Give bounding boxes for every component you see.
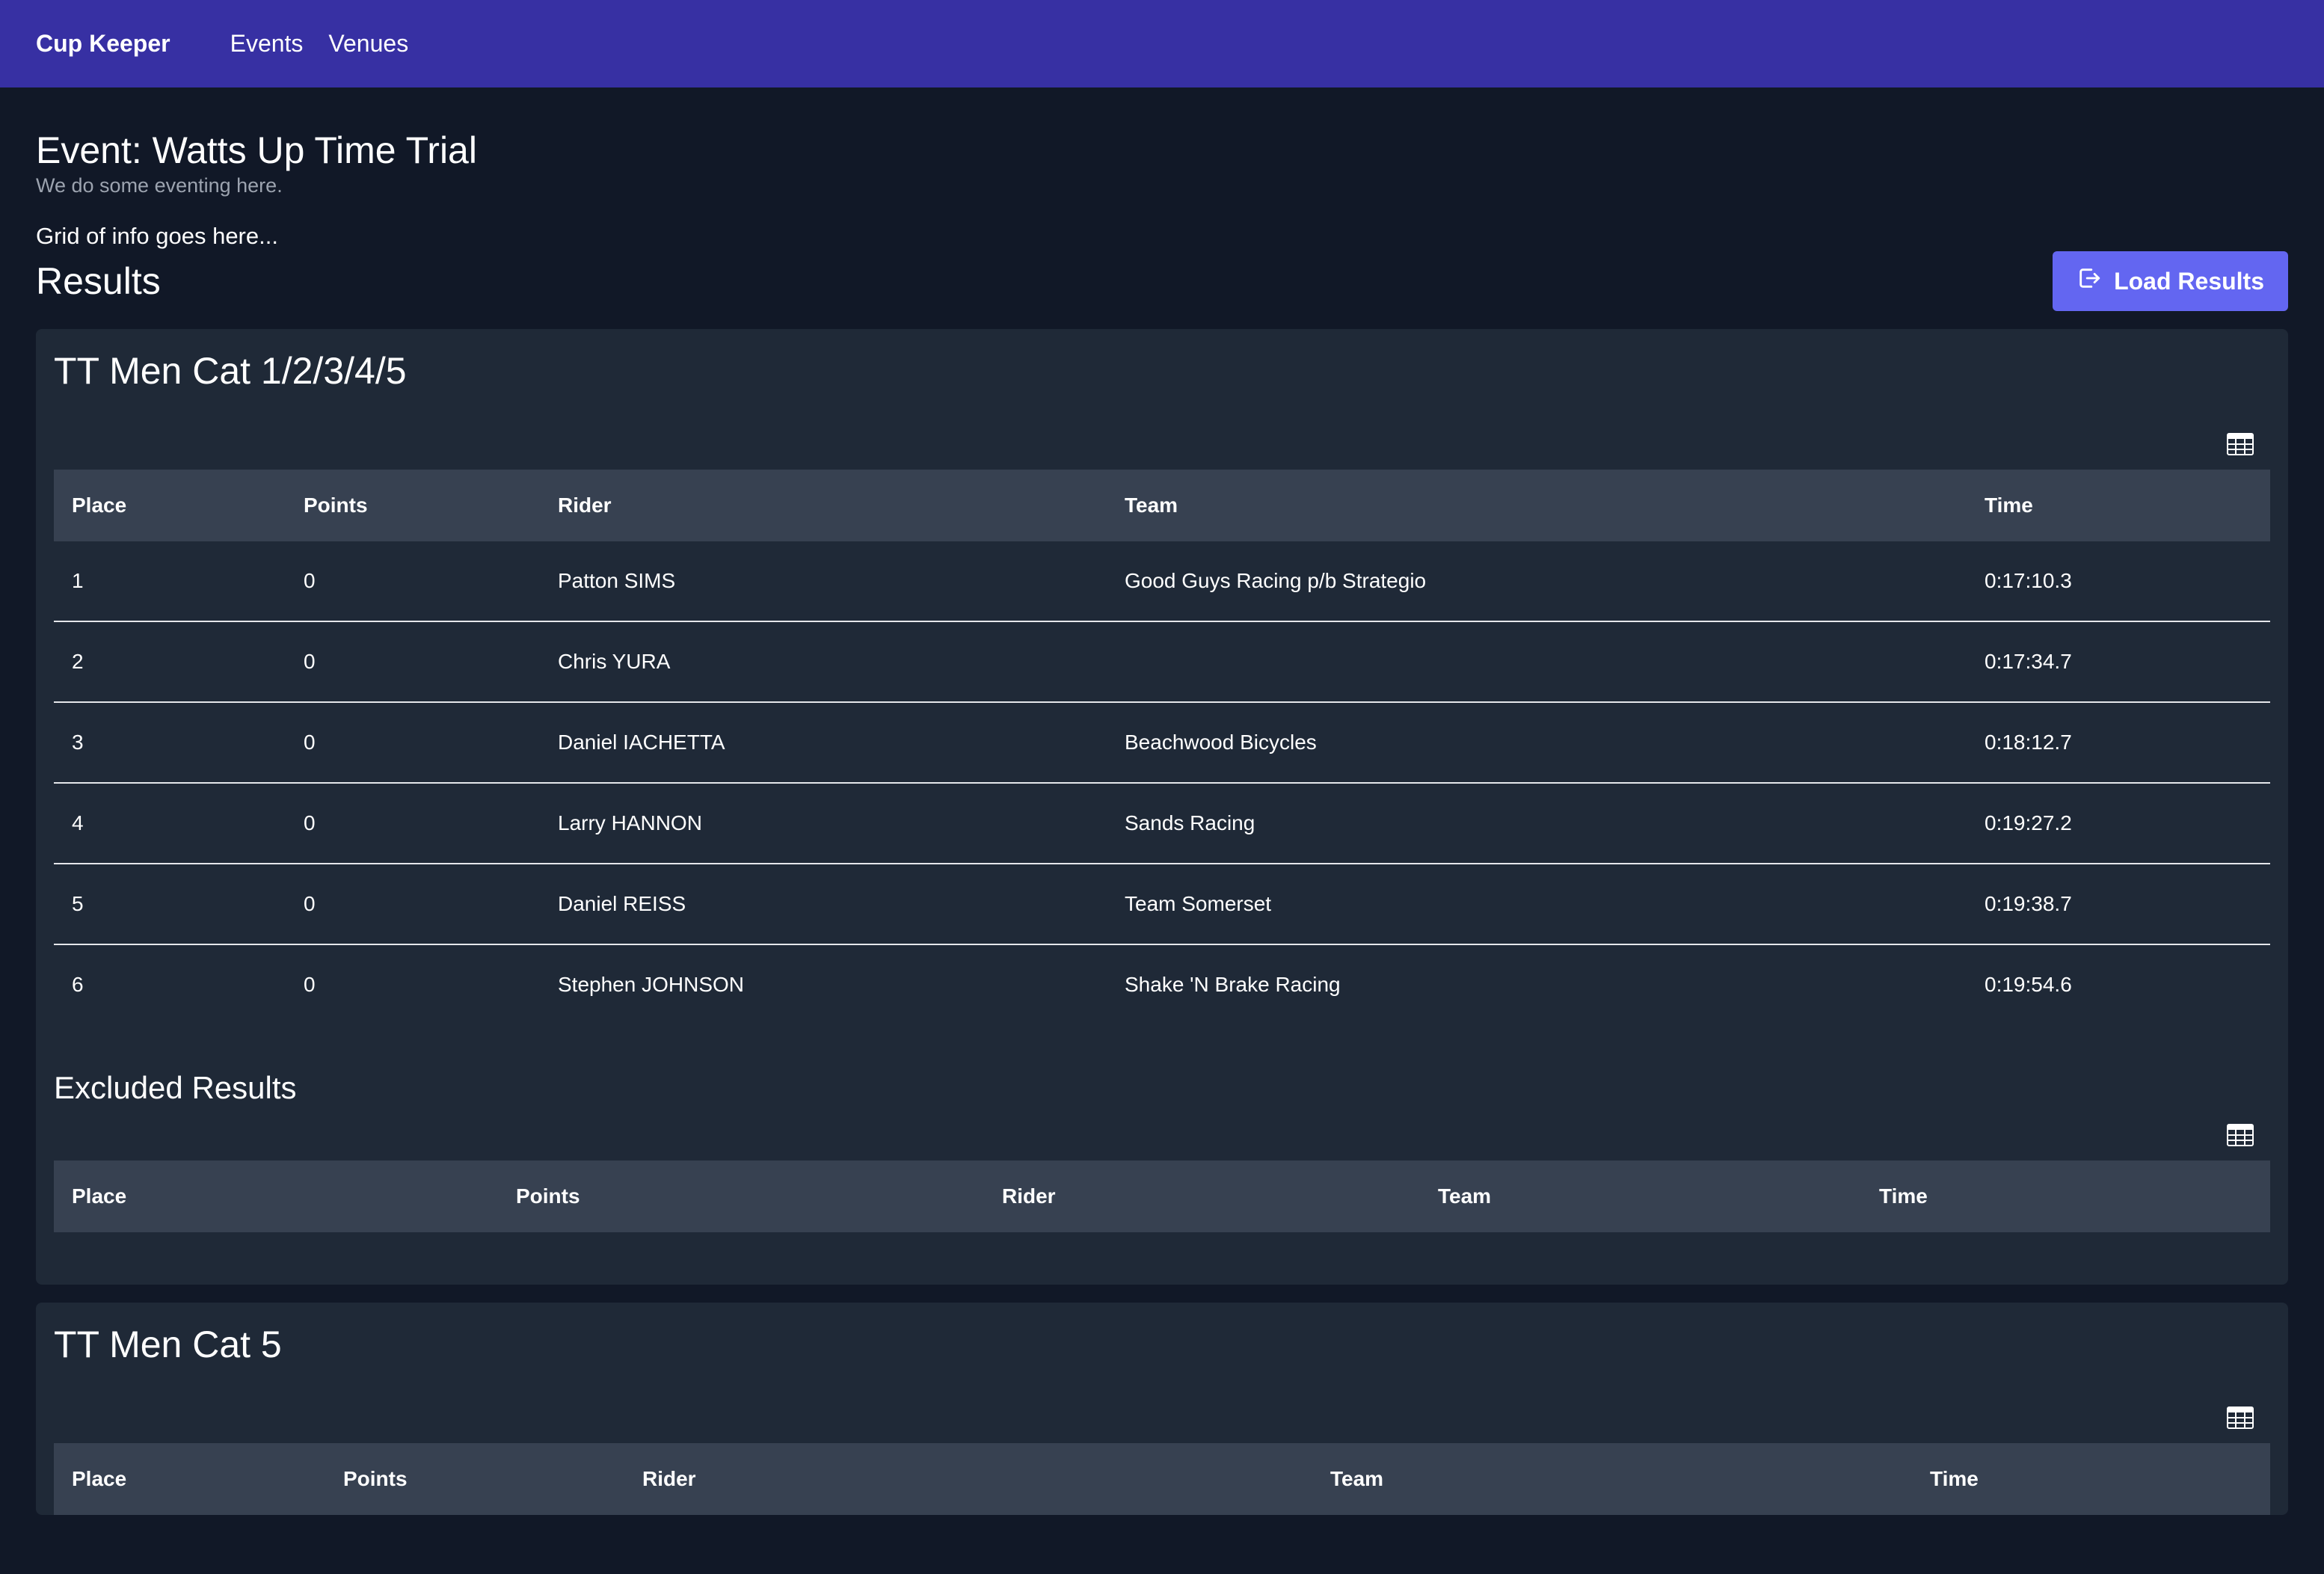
column-header-team[interactable]: Team: [1107, 470, 1967, 541]
table-row: 1 0 Patton SIMS Good Guys Racing p/b Str…: [54, 541, 2270, 622]
cell-rider: Larry HANNON: [540, 783, 1107, 864]
cell-time: 0:18:12.7: [1967, 702, 2270, 784]
cell-points: 0: [304, 973, 316, 996]
table-row: 5 0 Daniel REISS Team Somerset 0:19:38.7: [54, 864, 2270, 945]
column-header-points[interactable]: Points: [325, 1443, 624, 1515]
cell-place: 2: [54, 621, 286, 703]
nav-link-venues[interactable]: Venues: [328, 30, 408, 58]
table-toolbar: [54, 1400, 2270, 1436]
event-info-grid: Grid of info goes here...: [36, 223, 278, 249]
category-title: TT Men Cat 1/2/3/4/5: [54, 350, 407, 392]
excluded-results-table: Place Points Rider Team Time: [54, 1160, 2270, 1233]
top-nav-bar: Cup Keeper Events Venues: [0, 0, 2324, 87]
cell-rider: Daniel IACHETTA: [540, 702, 1107, 784]
cell-place: 1: [54, 541, 286, 622]
column-header-team[interactable]: Team: [1312, 1443, 1912, 1515]
category-card: TT Men Cat 5 Place Points Rider Team Tim…: [36, 1303, 2288, 1516]
column-header-team[interactable]: Team: [1420, 1160, 1861, 1232]
column-header-points[interactable]: Points: [498, 1160, 984, 1232]
cell-rider: Stephen JOHNSON: [558, 973, 744, 996]
cell-time: 0:19:27.2: [1967, 783, 2270, 864]
column-header-points[interactable]: Points: [286, 470, 540, 541]
column-header-time[interactable]: Time: [1861, 1160, 2270, 1232]
cell-points: 0: [286, 702, 540, 784]
column-header-place[interactable]: Place: [54, 1160, 498, 1232]
table-header-row: Place Points Rider Team Time: [54, 1160, 2270, 1233]
cell-place: 4: [54, 783, 286, 864]
category-card: TT Men Cat 1/2/3/4/5 Place Points Rider …: [36, 329, 2288, 1285]
cell-time: 0:19:54.6: [1985, 973, 2072, 996]
cell-time: 0:17:10.3: [1967, 541, 2270, 622]
table-toolbar: [54, 1117, 2270, 1153]
sign-in-icon: [2076, 265, 2102, 297]
excluded-results-title: Excluded Results: [54, 1070, 297, 1105]
table-row: 3 0 Daniel IACHETTA Beachwood Bicycles 0…: [54, 702, 2270, 784]
column-header-rider[interactable]: Rider: [984, 1160, 1420, 1232]
cell-team: Good Guys Racing p/b Strategio: [1107, 541, 1967, 622]
table-toolbar: [54, 426, 2270, 462]
results-table: Place Points Rider Team Time 1 0 Patton …: [54, 470, 2270, 1024]
cell-place: 3: [54, 702, 286, 784]
cell-time: 0:17:34.7: [1967, 621, 2270, 703]
cell-team: Beachwood Bicycles: [1107, 702, 1967, 784]
cell-rider: Chris YURA: [540, 621, 1107, 703]
event-subtitle: We do some eventing here.: [36, 174, 283, 197]
column-header-place[interactable]: Place: [54, 1443, 325, 1515]
cell-team: [1107, 621, 1967, 703]
load-results-label: Load Results: [2114, 267, 2264, 295]
table-icon[interactable]: [2227, 433, 2254, 455]
brand-logo-text[interactable]: Cup Keeper: [36, 30, 170, 58]
cell-rider: Patton SIMS: [540, 541, 1107, 622]
table-icon[interactable]: [2227, 1407, 2254, 1430]
cell-place: 5: [54, 864, 286, 945]
results-title: Results: [36, 260, 161, 302]
table-header-row: Place Points Rider Team Time: [54, 470, 2270, 541]
cell-points: 0: [286, 864, 540, 945]
cell-time: 0:19:38.7: [1967, 864, 2270, 945]
cell-team: Sands Racing: [1107, 783, 1967, 864]
cell-points: 0: [286, 621, 540, 703]
table-header-row: Place Points Rider Team Time: [54, 1443, 2270, 1516]
load-results-button[interactable]: Load Results: [2053, 251, 2288, 311]
column-header-time[interactable]: Time: [1967, 470, 2270, 541]
event-title: Event: Watts Up Time Trial: [36, 129, 477, 171]
main-content: Event: Watts Up Time Trial We do some ev…: [0, 87, 2324, 1516]
column-header-place[interactable]: Place: [54, 470, 286, 541]
column-header-time[interactable]: Time: [1912, 1443, 2270, 1515]
table-row: 6 0 Stephen JOHNSON Shake 'N Brake Racin…: [54, 944, 2270, 1024]
cell-team: Shake 'N Brake Racing: [1125, 973, 1341, 996]
category-title: TT Men Cat 5: [54, 1324, 282, 1366]
results-table: Place Points Rider Team Time: [54, 1443, 2270, 1516]
cell-points: 0: [286, 541, 540, 622]
table-icon[interactable]: [2227, 1124, 2254, 1147]
column-header-rider[interactable]: Rider: [624, 1443, 1312, 1515]
cell-points: 0: [286, 783, 540, 864]
table-row: 4 0 Larry HANNON Sands Racing 0:19:27.2: [54, 783, 2270, 864]
cell-rider: Daniel REISS: [540, 864, 1107, 945]
results-header: Results Load Results: [36, 251, 2288, 311]
cell-team: Team Somerset: [1107, 864, 1967, 945]
column-header-rider[interactable]: Rider: [540, 470, 1107, 541]
nav-link-events[interactable]: Events: [230, 30, 304, 58]
table-row: 2 0 Chris YURA 0:17:34.7: [54, 621, 2270, 703]
cell-place: 6: [72, 973, 84, 996]
